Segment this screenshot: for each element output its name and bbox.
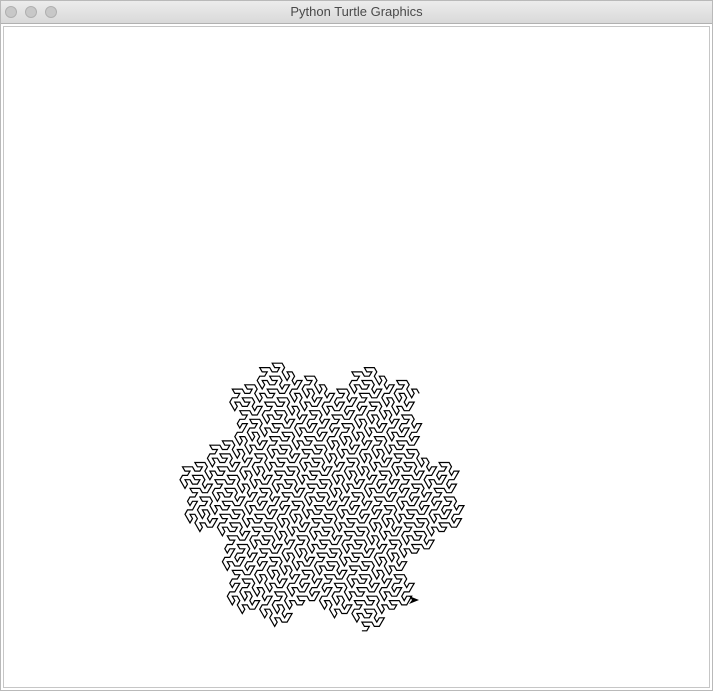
- window-title: Python Turtle Graphics: [290, 4, 423, 19]
- drawing-surface: [179, 362, 466, 632]
- turtle-window: Python Turtle Graphics: [0, 0, 713, 691]
- turtle-canvas[interactable]: [3, 26, 710, 688]
- title-bar[interactable]: Python Turtle Graphics: [1, 1, 712, 24]
- arrow-icon: [409, 596, 419, 604]
- gosper-curve: [179, 362, 466, 632]
